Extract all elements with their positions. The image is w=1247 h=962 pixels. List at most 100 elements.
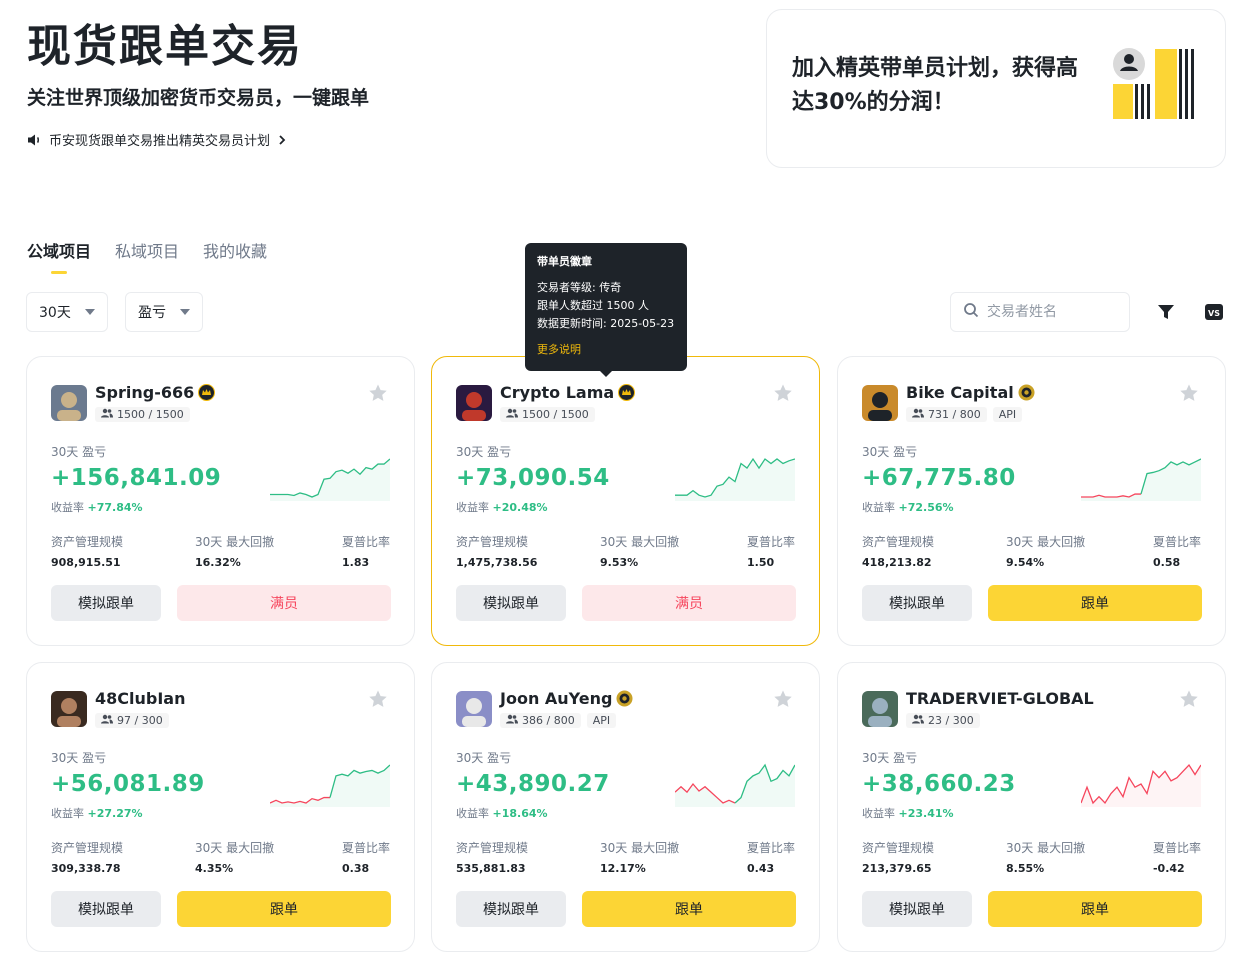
trader-avatar[interactable]	[862, 385, 898, 421]
trader-avatar[interactable]	[51, 691, 87, 727]
trader-card[interactable]: Crypto Lama 1500 / 1500 30天 盈亏 +73,090.5…	[431, 356, 820, 646]
trader-card[interactable]: Spring-666 1500 / 1500 30天 盈亏 +156,841.0…	[26, 356, 415, 646]
copy-trade-button[interactable]: 跟单	[988, 891, 1202, 927]
crown-badge-icon[interactable]	[618, 384, 636, 401]
chevron-right-icon	[276, 134, 288, 146]
sharpe-stat: 夏普比率 0.38	[342, 839, 390, 875]
sharpe-label: 夏普比率	[1152, 841, 1201, 855]
pnl-sparkline	[1081, 458, 1201, 501]
users-icon	[912, 408, 924, 421]
aum-stat: 资产管理规模 908,915.51	[51, 533, 123, 569]
simulate-copy-button[interactable]: 模拟跟单	[456, 891, 566, 927]
project-tabs: 公域项目 私域项目 我的收藏	[27, 238, 267, 274]
trader-avatar[interactable]	[862, 691, 898, 727]
roi-label: 收益率	[456, 807, 489, 820]
compare-vs-icon[interactable]: VS	[1204, 302, 1224, 322]
trader-name-row[interactable]: Spring-666	[95, 383, 216, 402]
favorite-star-icon[interactable]	[773, 383, 793, 403]
period-select-value: 30天	[39, 305, 71, 321]
trader-card[interactable]: TRADERVIET-GLOBAL 23 / 300 30天 盈亏 +38,66…	[837, 662, 1226, 952]
pnl-value: +38,660.23	[862, 771, 1016, 797]
trader-name: Bike Capital	[906, 383, 1014, 402]
aum-value: 213,379.65	[862, 862, 932, 875]
announcement-link[interactable]: 币安现货跟单交易推出精英交易员计划	[27, 130, 288, 149]
trader-name-row[interactable]: Bike Capital	[906, 383, 1035, 402]
roi-row: 收益率 +27.27%	[51, 805, 143, 821]
trader-name-row[interactable]: Joon AuYeng	[500, 689, 633, 708]
trader-card[interactable]: 48ClubIan 97 / 300 30天 盈亏 +56,081.89 收益率…	[26, 662, 415, 952]
mdd-value: 9.53%	[600, 556, 639, 569]
sort-select[interactable]: 盈亏	[125, 292, 203, 332]
sparkline-area	[270, 765, 390, 807]
roi-row: 收益率 +20.48%	[456, 499, 548, 515]
api-chip: API	[586, 713, 617, 728]
trader-name-row[interactable]: Crypto Lama	[500, 383, 636, 402]
aum-label: 资产管理规模	[51, 841, 124, 855]
page-title: 现货跟单交易	[27, 21, 303, 72]
followers-count: 97 / 300	[117, 714, 163, 727]
simulate-copy-button[interactable]: 模拟跟单	[456, 585, 566, 621]
period-select[interactable]: 30天	[26, 292, 108, 332]
sharpe-label: 夏普比率	[341, 841, 390, 855]
tooltip-title: 带单员徽章	[537, 255, 592, 268]
simulate-copy-button[interactable]: 模拟跟单	[51, 891, 161, 927]
trader-name: TRADERVIET-GLOBAL	[906, 689, 1094, 708]
followers-count: 731 / 800	[928, 408, 981, 421]
aum-stat: 资产管理规模 535,881.83	[456, 839, 528, 875]
mdd-stat: 30天 最大回撤 9.54%	[1006, 533, 1085, 569]
badge-tooltip: 带单员徽章 交易者等级: 传奇 跟单人数超过 1500 人 数据更新时间: 20…	[525, 243, 687, 377]
medal-badge-icon[interactable]	[616, 690, 633, 707]
full-status-button[interactable]: 满员	[582, 585, 796, 621]
sharpe-label: 夏普比率	[1152, 535, 1201, 549]
trader-meta: 1500 / 1500	[95, 407, 190, 422]
sharpe-label: 夏普比率	[746, 841, 795, 855]
filter-icon[interactable]	[1156, 302, 1176, 322]
followers-count: 1500 / 1500	[117, 408, 184, 421]
copy-trade-button[interactable]: 跟单	[988, 585, 1202, 621]
promo-text: 加入精英带单员计划，获得高达30%的分润！	[792, 56, 1079, 115]
trader-avatar[interactable]	[456, 691, 492, 727]
trader-avatar[interactable]	[456, 385, 492, 421]
trader-name-row[interactable]: 48ClubIan	[95, 689, 185, 708]
roi-value: +23.41%	[898, 807, 954, 820]
full-status-button[interactable]: 满员	[177, 585, 391, 621]
sharpe-value: 1.83	[341, 556, 370, 569]
sharpe-label: 夏普比率	[746, 535, 795, 549]
trader-name-row[interactable]: TRADERVIET-GLOBAL	[906, 689, 1094, 708]
favorite-star-icon[interactable]	[1179, 689, 1199, 709]
caret-down-icon	[84, 309, 95, 315]
simulate-copy-button[interactable]: 模拟跟单	[862, 891, 972, 927]
pnl-sparkline	[675, 763, 795, 807]
medal-badge-icon[interactable]	[1018, 384, 1035, 401]
sharpe-stat: 夏普比率 0.43	[747, 839, 795, 875]
page-subtitle: 关注世界顶级加密货币交易员，一键跟单	[27, 87, 370, 109]
crown-badge-icon[interactable]	[198, 384, 216, 401]
pnl-label: 30天 盈亏	[51, 751, 107, 765]
followers-chip: 23 / 300	[906, 713, 980, 728]
tooltip-more-link[interactable]: 更多说明	[537, 341, 675, 359]
trader-avatar[interactable]	[51, 385, 87, 421]
trader-card[interactable]: Joon AuYeng 386 / 800 API 30天 盈亏 +43,890…	[431, 662, 820, 952]
tab-favorites[interactable]: 我的收藏	[203, 238, 267, 274]
copy-trade-button[interactable]: 跟单	[582, 891, 796, 927]
tab-private[interactable]: 私域项目	[115, 238, 179, 274]
followers-chip: 386 / 800	[500, 713, 581, 728]
copy-trade-button[interactable]: 跟单	[177, 891, 391, 927]
promo-banner[interactable]: 加入精英带单员计划，获得高达30%的分润！	[766, 9, 1226, 168]
favorite-star-icon[interactable]	[773, 689, 793, 709]
simulate-copy-button[interactable]: 模拟跟单	[51, 585, 161, 621]
users-icon	[912, 714, 924, 727]
sharpe-value: 0.58	[1152, 556, 1181, 569]
favorite-star-icon[interactable]	[368, 689, 388, 709]
trader-search[interactable]	[950, 292, 1130, 332]
favorite-star-icon[interactable]	[368, 383, 388, 403]
trader-card[interactable]: Bike Capital 731 / 800 API 30天 盈亏 +67,77…	[837, 356, 1226, 646]
favorite-star-icon[interactable]	[1179, 383, 1199, 403]
svg-text:VS: VS	[1208, 309, 1220, 318]
simulate-copy-button[interactable]: 模拟跟单	[862, 585, 972, 621]
tab-public[interactable]: 公域项目	[27, 238, 91, 274]
speaker-icon	[27, 133, 43, 147]
search-input[interactable]	[987, 304, 1117, 320]
tooltip-updated: 数据更新时间: 2025-05-23	[537, 317, 675, 330]
followers-chip: 1500 / 1500	[95, 407, 190, 422]
